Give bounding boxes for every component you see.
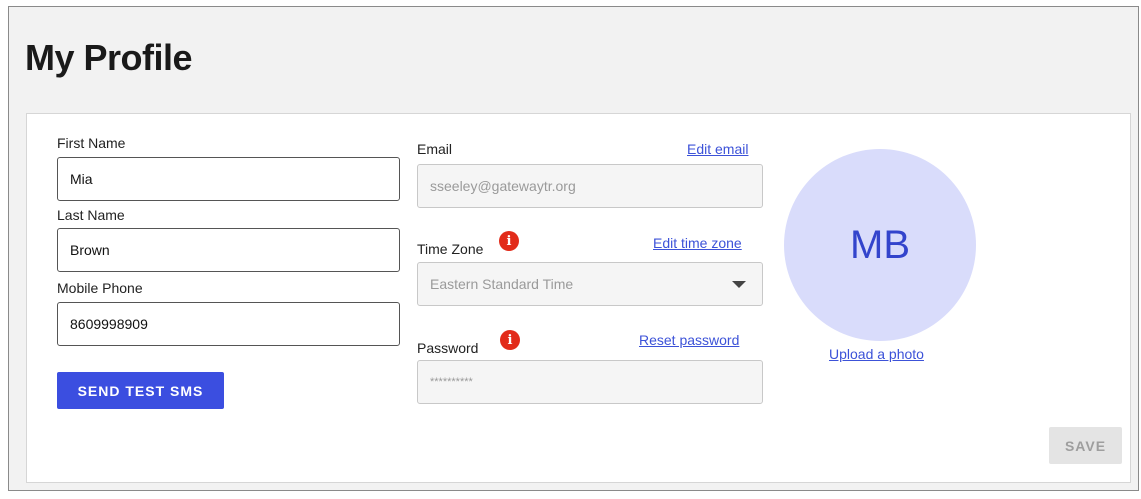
chevron-down-icon bbox=[732, 281, 746, 288]
first-name-label: First Name bbox=[57, 135, 126, 151]
first-name-value: Mia bbox=[70, 171, 93, 187]
avatar-initials: MB bbox=[850, 222, 910, 267]
first-name-field[interactable]: Mia bbox=[57, 157, 400, 201]
last-name-field[interactable]: Brown bbox=[57, 228, 400, 272]
time-zone-info-glyph: i bbox=[506, 233, 512, 249]
page-title: My Profile bbox=[25, 37, 193, 78]
time-zone-info-icon[interactable]: i bbox=[499, 231, 519, 251]
password-info-icon[interactable]: i bbox=[500, 330, 520, 350]
mobile-phone-value: 8609998909 bbox=[70, 316, 148, 332]
upload-photo-link[interactable]: Upload a photo bbox=[829, 346, 924, 362]
page-frame: My Profile First Name Mia Last Name Brow… bbox=[8, 6, 1139, 491]
email-field: sseeley@gatewaytr.org bbox=[417, 164, 763, 208]
last-name-label: Last Name bbox=[57, 207, 125, 223]
password-info-glyph: i bbox=[507, 332, 513, 348]
save-button[interactable]: SAVE bbox=[1049, 427, 1122, 464]
time-zone-label: Time Zone bbox=[417, 241, 484, 257]
password-value: ********** bbox=[430, 376, 473, 388]
mobile-phone-label: Mobile Phone bbox=[57, 280, 143, 296]
reset-password-link[interactable]: Reset password bbox=[639, 332, 739, 348]
edit-email-link[interactable]: Edit email bbox=[687, 141, 748, 157]
mobile-phone-field[interactable]: 8609998909 bbox=[57, 302, 400, 346]
password-label: Password bbox=[417, 340, 479, 356]
edit-time-zone-link[interactable]: Edit time zone bbox=[653, 235, 742, 251]
time-zone-select: Eastern Standard Time bbox=[417, 262, 763, 306]
avatar: MB bbox=[784, 149, 976, 341]
email-label: Email bbox=[417, 141, 453, 157]
profile-card: First Name Mia Last Name Brown Mobile Ph… bbox=[26, 113, 1131, 483]
send-test-sms-button[interactable]: SEND TEST SMS bbox=[57, 372, 224, 409]
time-zone-value: Eastern Standard Time bbox=[430, 276, 574, 292]
email-value: sseeley@gatewaytr.org bbox=[430, 178, 576, 194]
password-field: ********** bbox=[417, 360, 763, 404]
last-name-value: Brown bbox=[70, 242, 110, 258]
